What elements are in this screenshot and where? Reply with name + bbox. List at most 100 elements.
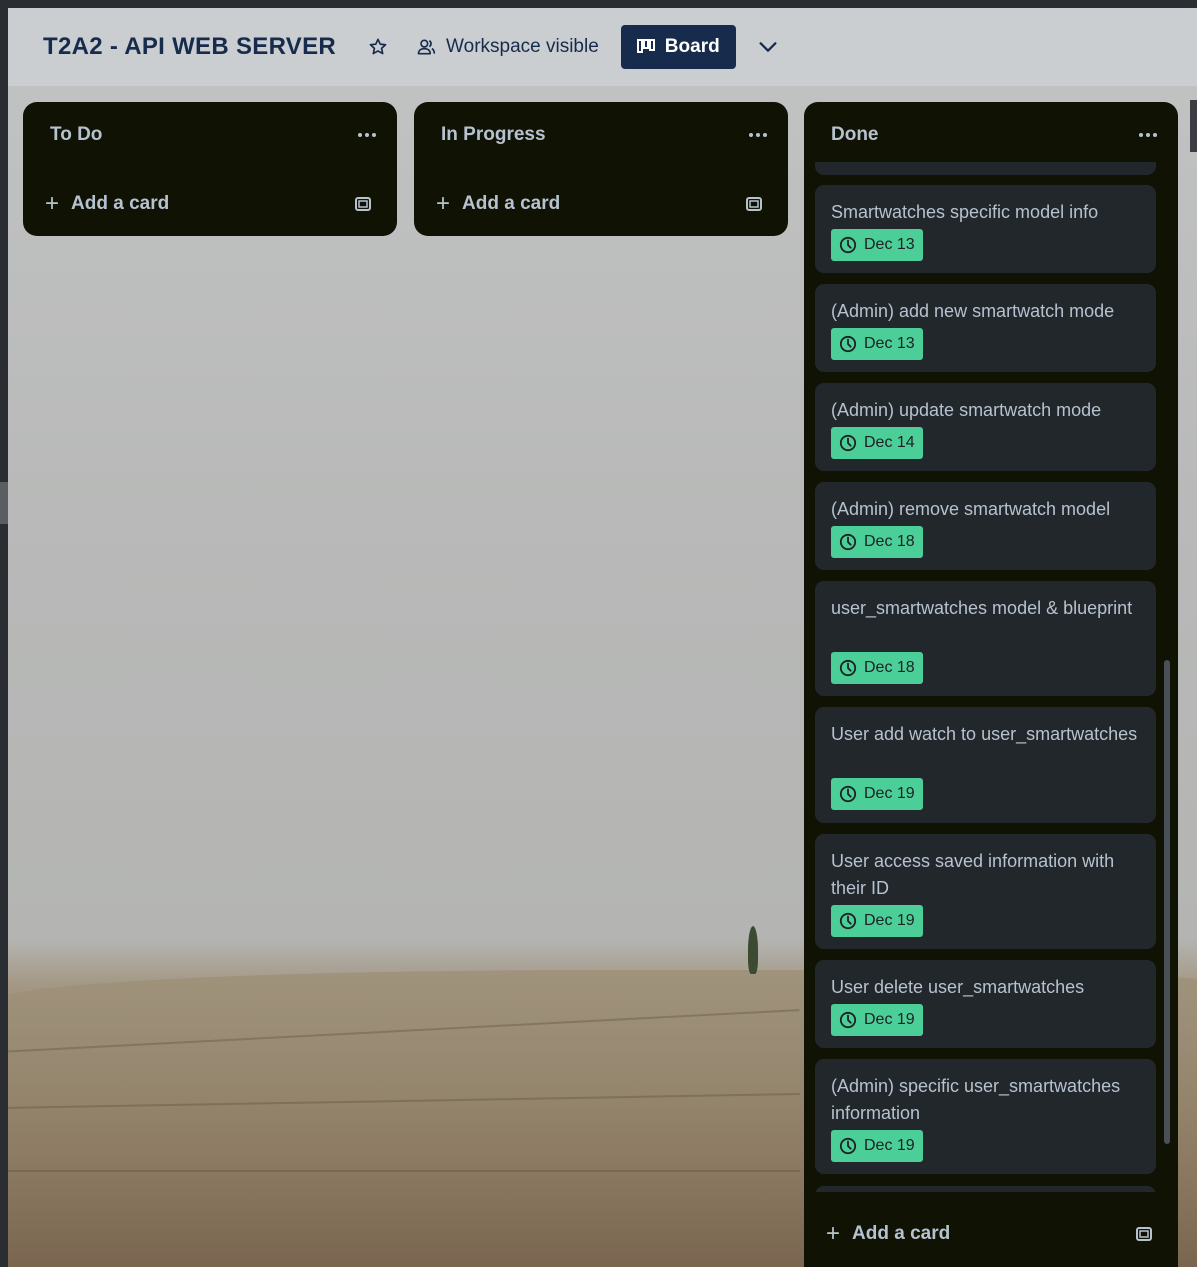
- chevron-down-icon: [759, 42, 777, 52]
- list-to-do: To Do + Add a card: [23, 102, 397, 236]
- card[interactable]: User delete user_smartwatches Dec 19: [815, 960, 1156, 1048]
- list-menu-button[interactable]: [1136, 123, 1160, 147]
- card-title: (Admin) remove smartwatch model: [831, 499, 1111, 519]
- due-date-badge[interactable]: Dec 19: [831, 778, 923, 810]
- scrollbar-thumb[interactable]: [1164, 660, 1170, 1144]
- more-icon: [1139, 133, 1157, 137]
- add-card-label: Add a card: [852, 1223, 951, 1244]
- list-menu-button[interactable]: [355, 123, 379, 147]
- due-date-label: Dec 19: [864, 1137, 915, 1154]
- card[interactable]: User access saved information with their…: [815, 834, 1156, 949]
- board-view-button[interactable]: Board: [620, 25, 736, 69]
- list-in-progress: In Progress + Add a card: [414, 102, 788, 236]
- board-view-label: Board: [664, 36, 720, 57]
- add-card-button[interactable]: + Add a card: [826, 1220, 950, 1248]
- due-date-label: Dec 13: [864, 236, 915, 253]
- template-icon: [1136, 1227, 1152, 1241]
- card[interactable]: User add watch to user_smartwatches Dec …: [815, 707, 1156, 823]
- list-footer: + Add a card: [804, 1214, 1178, 1254]
- due-date-badge[interactable]: Dec 14: [831, 427, 923, 459]
- card-title: User access saved information with their…: [831, 851, 1115, 898]
- board-view-icon: [636, 39, 655, 53]
- list-done: Done Smartwatches specific model info De…: [804, 102, 1178, 1267]
- due-date-label: Dec 19: [864, 912, 915, 929]
- list-title[interactable]: To Do: [50, 124, 102, 146]
- view-switcher-button[interactable]: [754, 33, 782, 61]
- more-icon: [358, 133, 376, 137]
- plus-icon: +: [436, 190, 451, 217]
- left-scroll-marker[interactable]: [0, 482, 8, 524]
- card-title: (Admin) update smartwatch mode: [831, 400, 1102, 420]
- card[interactable]: (Admin) update smartwatch mode Dec 14: [815, 383, 1156, 471]
- clock-icon: [839, 335, 857, 353]
- due-date-badge[interactable]: Dec 13: [831, 328, 923, 360]
- card-title: Smartwatches specific model info: [831, 202, 1099, 222]
- add-card-button[interactable]: + Add a card: [45, 190, 169, 218]
- list-footer: + Add a card: [414, 184, 788, 224]
- clock-icon: [839, 912, 857, 930]
- star-button[interactable]: [364, 33, 392, 61]
- background-furrow: [0, 1170, 800, 1172]
- clock-icon: [839, 1011, 857, 1029]
- board-header: T2A2 - API WEB SERVER Workspace visible …: [8, 8, 1197, 86]
- add-card-label: Add a card: [71, 193, 170, 214]
- create-from-template-button[interactable]: [742, 192, 766, 216]
- template-icon: [746, 197, 762, 211]
- list-header: To Do: [23, 102, 397, 168]
- clock-icon: [839, 659, 857, 677]
- card[interactable]: (Admin) remove smartwatch model Dec 18: [815, 482, 1156, 570]
- card[interactable]: (Admin) add new smartwatch mode Dec 13: [815, 284, 1156, 372]
- clock-icon: [839, 1137, 857, 1155]
- cards-container: Smartwatches specific model info Dec 13 …: [815, 162, 1157, 1192]
- clock-icon: [839, 434, 857, 452]
- card-title: User add watch to user_smartwatches: [831, 724, 1138, 744]
- card[interactable]: (Admin) specific user_smartwatches infor…: [815, 1059, 1156, 1174]
- due-date-label: Dec 14: [864, 434, 915, 451]
- template-icon: [355, 197, 371, 211]
- due-date-label: Dec 18: [864, 533, 915, 550]
- create-from-template-button[interactable]: [351, 192, 375, 216]
- due-date-badge[interactable]: Dec 19: [831, 905, 923, 937]
- create-from-template-button[interactable]: [1132, 1222, 1156, 1246]
- visibility-label: Workspace visible: [446, 36, 599, 57]
- due-date-badge[interactable]: Dec 19: [831, 1130, 923, 1162]
- list-menu-button[interactable]: [746, 123, 770, 147]
- card-title: (Admin) specific user_smartwatches infor…: [831, 1076, 1121, 1123]
- clock-icon: [839, 785, 857, 803]
- add-card-label: Add a card: [462, 193, 561, 214]
- next-list-edge: [1190, 100, 1197, 152]
- card-partial-top[interactable]: [815, 162, 1156, 175]
- more-icon: [749, 133, 767, 137]
- list-title[interactable]: In Progress: [441, 124, 546, 146]
- card-title: user_smartwatches model & blueprint: [831, 598, 1133, 618]
- clock-icon: [839, 236, 857, 254]
- window-left-edge: [0, 0, 8, 1267]
- cards-scrollbar[interactable]: [1162, 168, 1172, 1208]
- card[interactable]: Smartwatches specific model info Dec 13: [815, 185, 1156, 273]
- due-date-badge[interactable]: Dec 18: [831, 526, 923, 558]
- board-title[interactable]: T2A2 - API WEB SERVER: [43, 33, 336, 61]
- due-date-badge[interactable]: Dec 13: [831, 229, 923, 261]
- visibility-button[interactable]: Workspace visible: [416, 36, 599, 58]
- list-header: In Progress: [414, 102, 788, 168]
- list-footer: + Add a card: [23, 184, 397, 224]
- clock-icon: [839, 533, 857, 551]
- plus-icon: +: [45, 190, 60, 217]
- due-date-badge[interactable]: Dec 19: [831, 1004, 923, 1036]
- due-date-label: Dec 19: [864, 1011, 915, 1028]
- card-title: User delete user_smartwatches: [831, 977, 1085, 997]
- people-icon: [417, 39, 436, 55]
- list-header: Done: [804, 102, 1178, 168]
- add-card-button[interactable]: + Add a card: [436, 190, 560, 218]
- background-tree: [748, 926, 758, 974]
- card[interactable]: user_smartwatches model & blueprint Dec …: [815, 581, 1156, 696]
- card-title: (Admin) add new smartwatch mode: [831, 301, 1115, 321]
- star-icon: [369, 38, 387, 55]
- list-title[interactable]: Done: [831, 124, 879, 146]
- plus-icon: +: [826, 1220, 841, 1247]
- due-date-label: Dec 13: [864, 335, 915, 352]
- card-partial-bottom[interactable]: [815, 1186, 1156, 1192]
- due-date-label: Dec 18: [864, 659, 915, 676]
- window-top-edge: [0, 0, 1197, 8]
- due-date-badge[interactable]: Dec 18: [831, 652, 923, 684]
